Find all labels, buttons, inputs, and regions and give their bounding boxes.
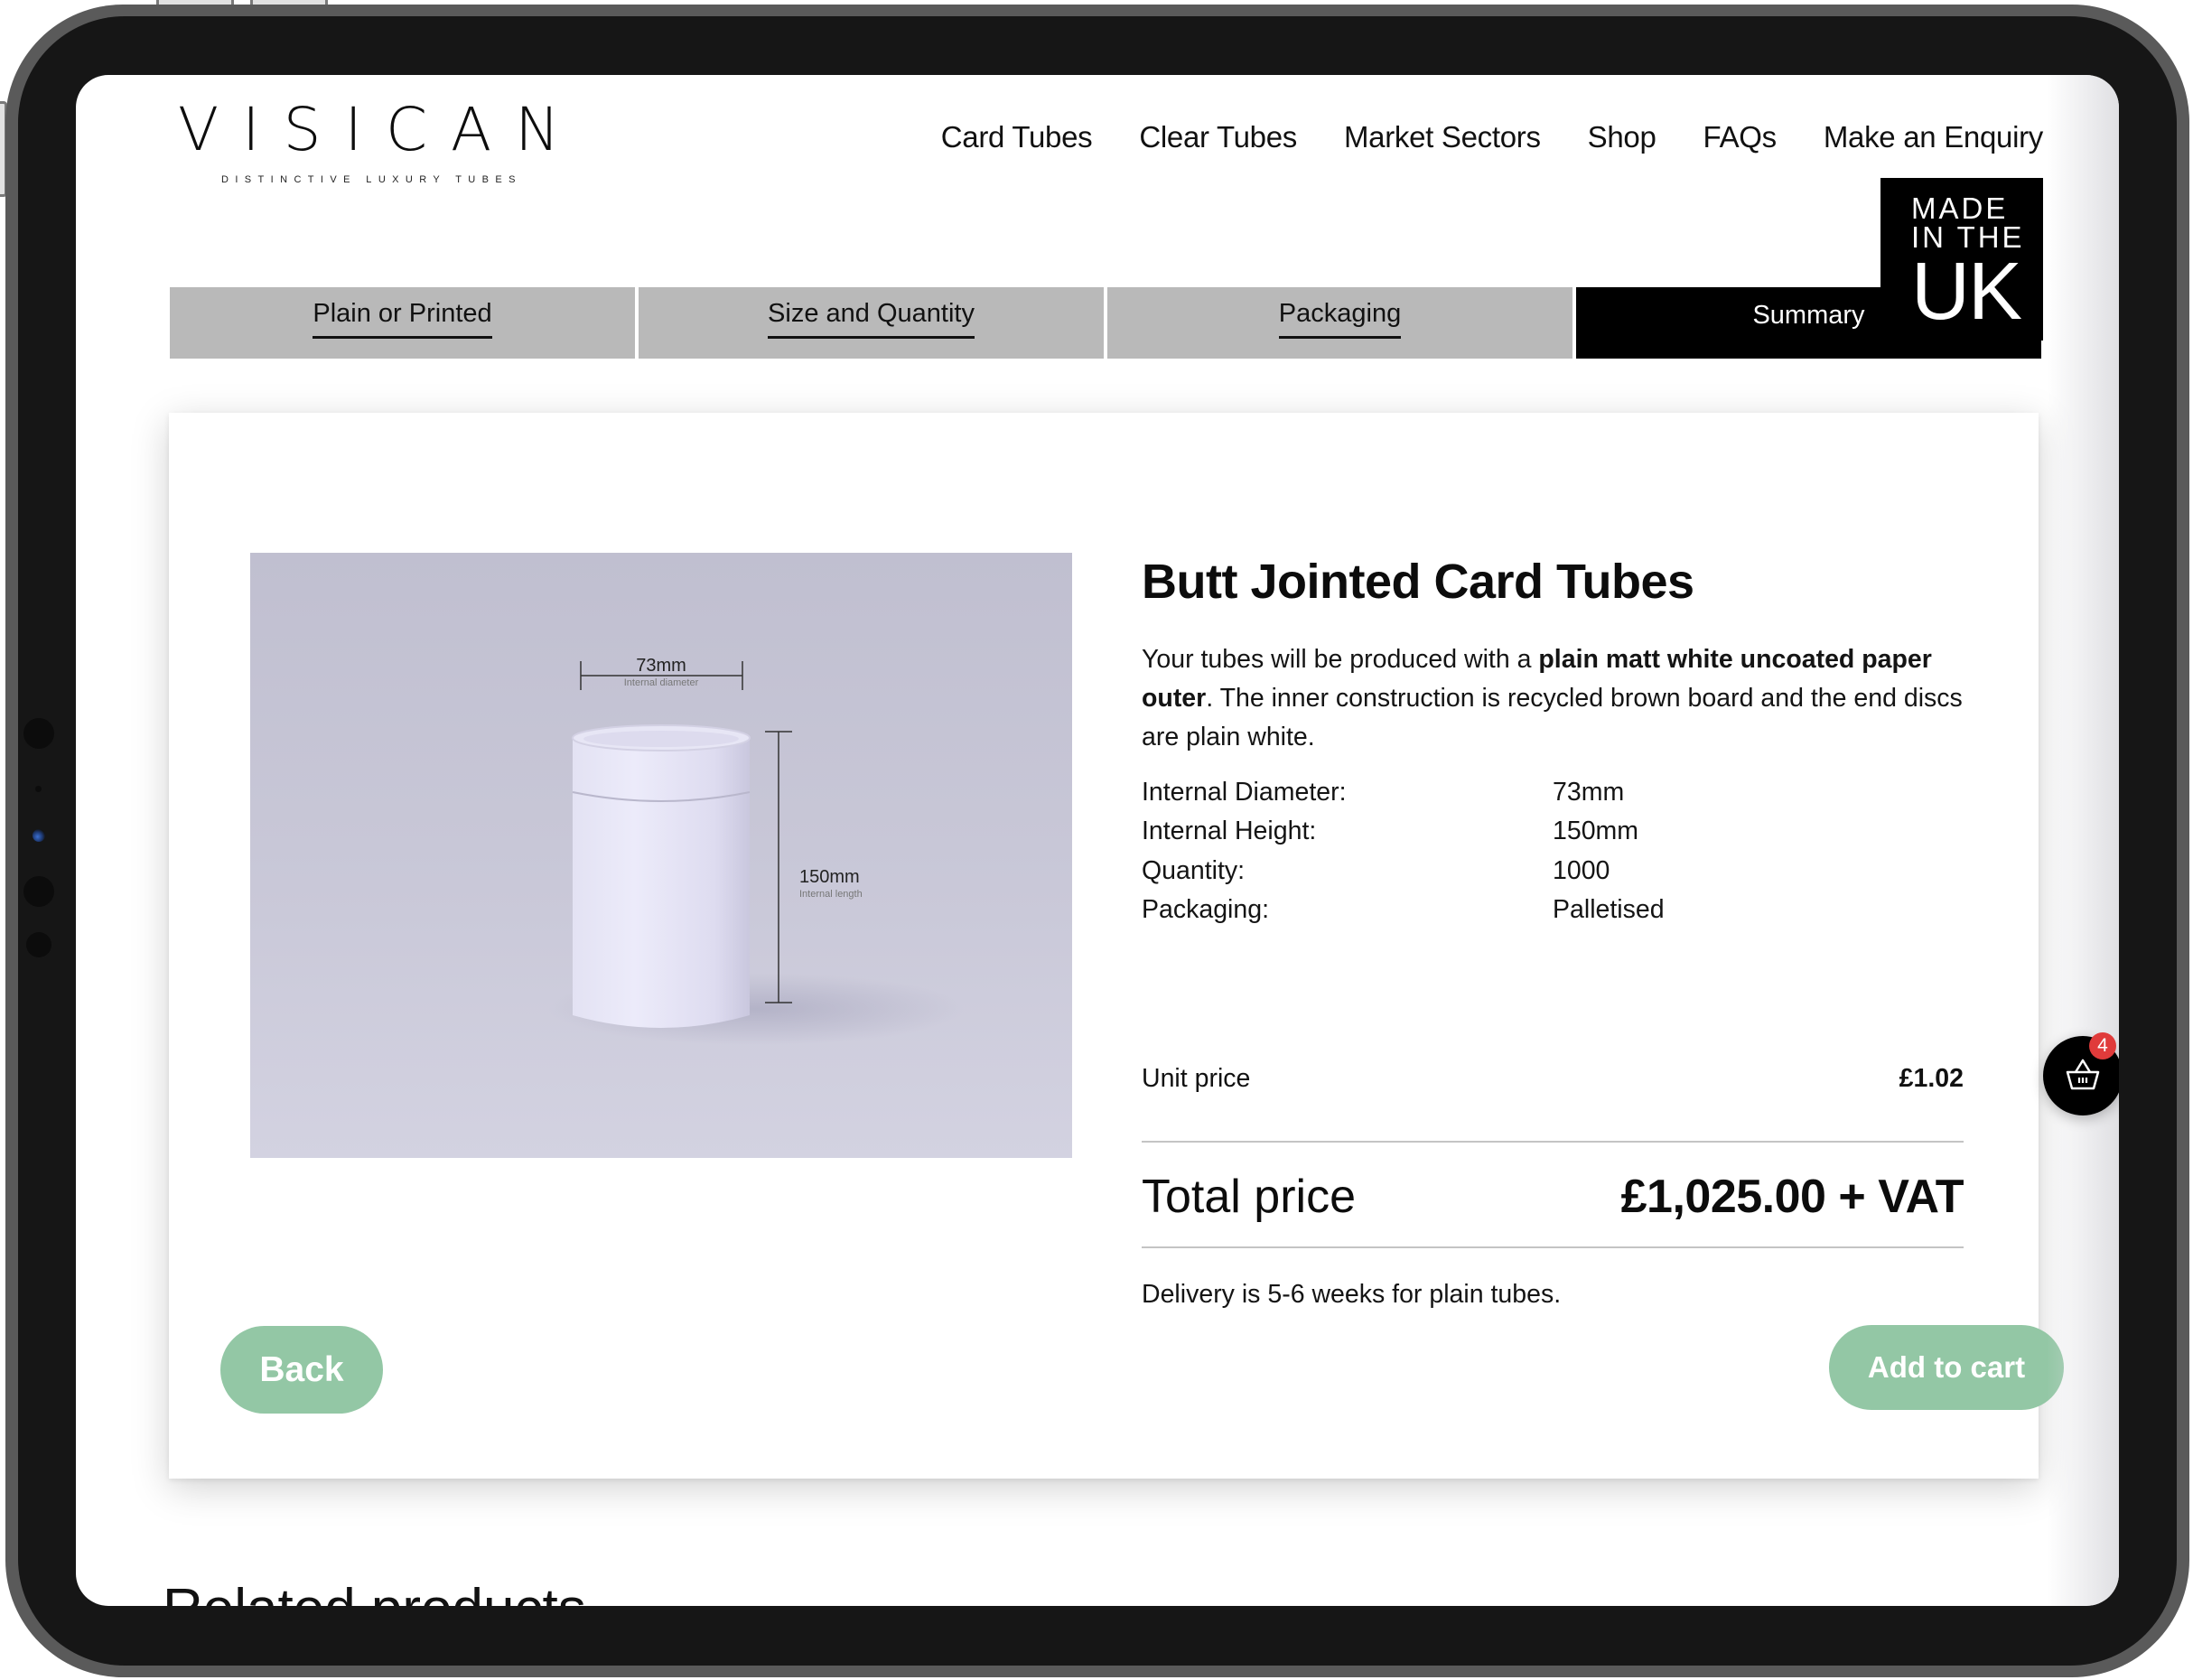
tube-lid-inner xyxy=(583,731,739,747)
step-tab-label: Size and Quantity xyxy=(768,299,975,339)
price-divider xyxy=(1142,1141,1964,1143)
step-tab-packaging[interactable]: Packaging xyxy=(1107,287,1572,359)
nav-clear-tubes[interactable]: Clear Tubes xyxy=(1139,120,1297,154)
camera-lens xyxy=(33,829,45,842)
spec-value: 1000 xyxy=(1553,855,1610,885)
length-caption: Internal length xyxy=(799,889,863,900)
spec-value: Palletised xyxy=(1553,895,1665,925)
camera-dot xyxy=(23,876,54,907)
brand-logo[interactable]: VISICAN DISTINCTIVE LUXURY TUBES xyxy=(178,95,583,186)
nav-card-tubes[interactable]: Card Tubes xyxy=(941,120,1093,154)
related-products-heading: Related products xyxy=(163,1577,586,1606)
spec-value: 73mm xyxy=(1553,777,1625,807)
description-text: . The inner construction is recycled bro… xyxy=(1142,683,1963,751)
diameter-label: 73mm xyxy=(636,656,686,676)
spec-row-internal-height: Internal Height: 150mm xyxy=(1142,812,1964,852)
back-button[interactable]: Back xyxy=(220,1326,383,1414)
brand-tagline: DISTINCTIVE LUXURY TUBES xyxy=(221,174,522,185)
spec-label: Quantity: xyxy=(1142,855,1246,885)
product-title: Butt Jointed Card Tubes xyxy=(1142,555,1694,609)
step-tab-size-and-quantity[interactable]: Size and Quantity xyxy=(639,287,1104,359)
spec-label: Internal Height: xyxy=(1142,817,1317,846)
made-in-uk-badge: MADE IN THE UK xyxy=(1880,178,2043,341)
delivery-note: Delivery is 5-6 weeks for plain tubes. xyxy=(1142,1280,1562,1309)
total-divider xyxy=(1142,1246,1964,1248)
step-tab-label: Plain or Printed xyxy=(313,299,492,339)
tube-body xyxy=(573,738,750,1028)
spec-row-internal-diameter: Internal Diameter: 73mm xyxy=(1142,773,1964,813)
length-label: 150mm xyxy=(799,867,860,887)
sensor-dot xyxy=(35,786,42,792)
nav-shop[interactable]: Shop xyxy=(1588,120,1656,154)
spec-label: Packaging: xyxy=(1142,895,1270,925)
total-price-row: Total price £1,025.00 + VAT xyxy=(1142,1170,1964,1224)
nav-make-an-enquiry[interactable]: Make an Enquiry xyxy=(1824,120,2043,154)
product-info: Butt Jointed Card Tubes Your tubes will … xyxy=(1142,553,1964,930)
spec-value: 150mm xyxy=(1553,817,1639,846)
diameter-caption: Internal diameter xyxy=(624,677,699,688)
camera-dot xyxy=(23,718,54,749)
main-nav: Card Tubes Clear Tubes Market Sectors Sh… xyxy=(941,120,2044,154)
step-tab-label: Summary xyxy=(1752,300,1865,330)
nav-faqs[interactable]: FAQs xyxy=(1703,120,1778,154)
product-description: Your tubes will be produced with a plain… xyxy=(1142,640,1964,757)
add-to-cart-button[interactable]: Add to cart xyxy=(1829,1325,2064,1410)
unit-price-label: Unit price xyxy=(1142,1064,1251,1093)
spec-row-quantity: Quantity: 1000 xyxy=(1142,852,1964,891)
unit-price-value: £1.02 xyxy=(1899,1064,1964,1093)
cart-count-badge: 4 xyxy=(2089,1032,2116,1059)
tube-illustration: 73mm Internal diameter 150mm Internal le… xyxy=(548,656,964,1045)
total-price-label: Total price xyxy=(1142,1171,1356,1223)
total-price-value: £1,025.00 + VAT xyxy=(1620,1171,1964,1223)
unit-price-row: Unit price £1.02 xyxy=(1142,1064,1964,1094)
browser-screen: VISICAN DISTINCTIVE LUXURY TUBES Card Tu… xyxy=(76,75,2119,1606)
product-image: 73mm Internal diameter 150mm Internal le… xyxy=(250,553,1072,1158)
step-tab-label: Packaging xyxy=(1278,299,1402,339)
spec-row-packaging: Packaging: Palletised xyxy=(1142,891,1964,930)
step-tab-plain-or-printed[interactable]: Plain or Printed xyxy=(170,287,635,359)
badge-line-3: UK xyxy=(1911,247,2022,337)
brand-name: VISICAN xyxy=(178,95,583,164)
description-text: Your tubes will be produced with a xyxy=(1142,644,1539,674)
configurator-steps: Plain or Printed Size and Quantity Packa… xyxy=(170,287,2041,359)
spec-list: Internal Diameter: 73mm Internal Height:… xyxy=(1142,773,1964,930)
nav-market-sectors[interactable]: Market Sectors xyxy=(1344,120,1541,154)
badge-line-1: MADE xyxy=(1911,191,2009,225)
summary-card: 73mm Internal diameter 150mm Internal le… xyxy=(169,413,2064,1479)
camera-dot xyxy=(26,932,51,957)
spec-label: Internal Diameter: xyxy=(1142,777,1347,807)
